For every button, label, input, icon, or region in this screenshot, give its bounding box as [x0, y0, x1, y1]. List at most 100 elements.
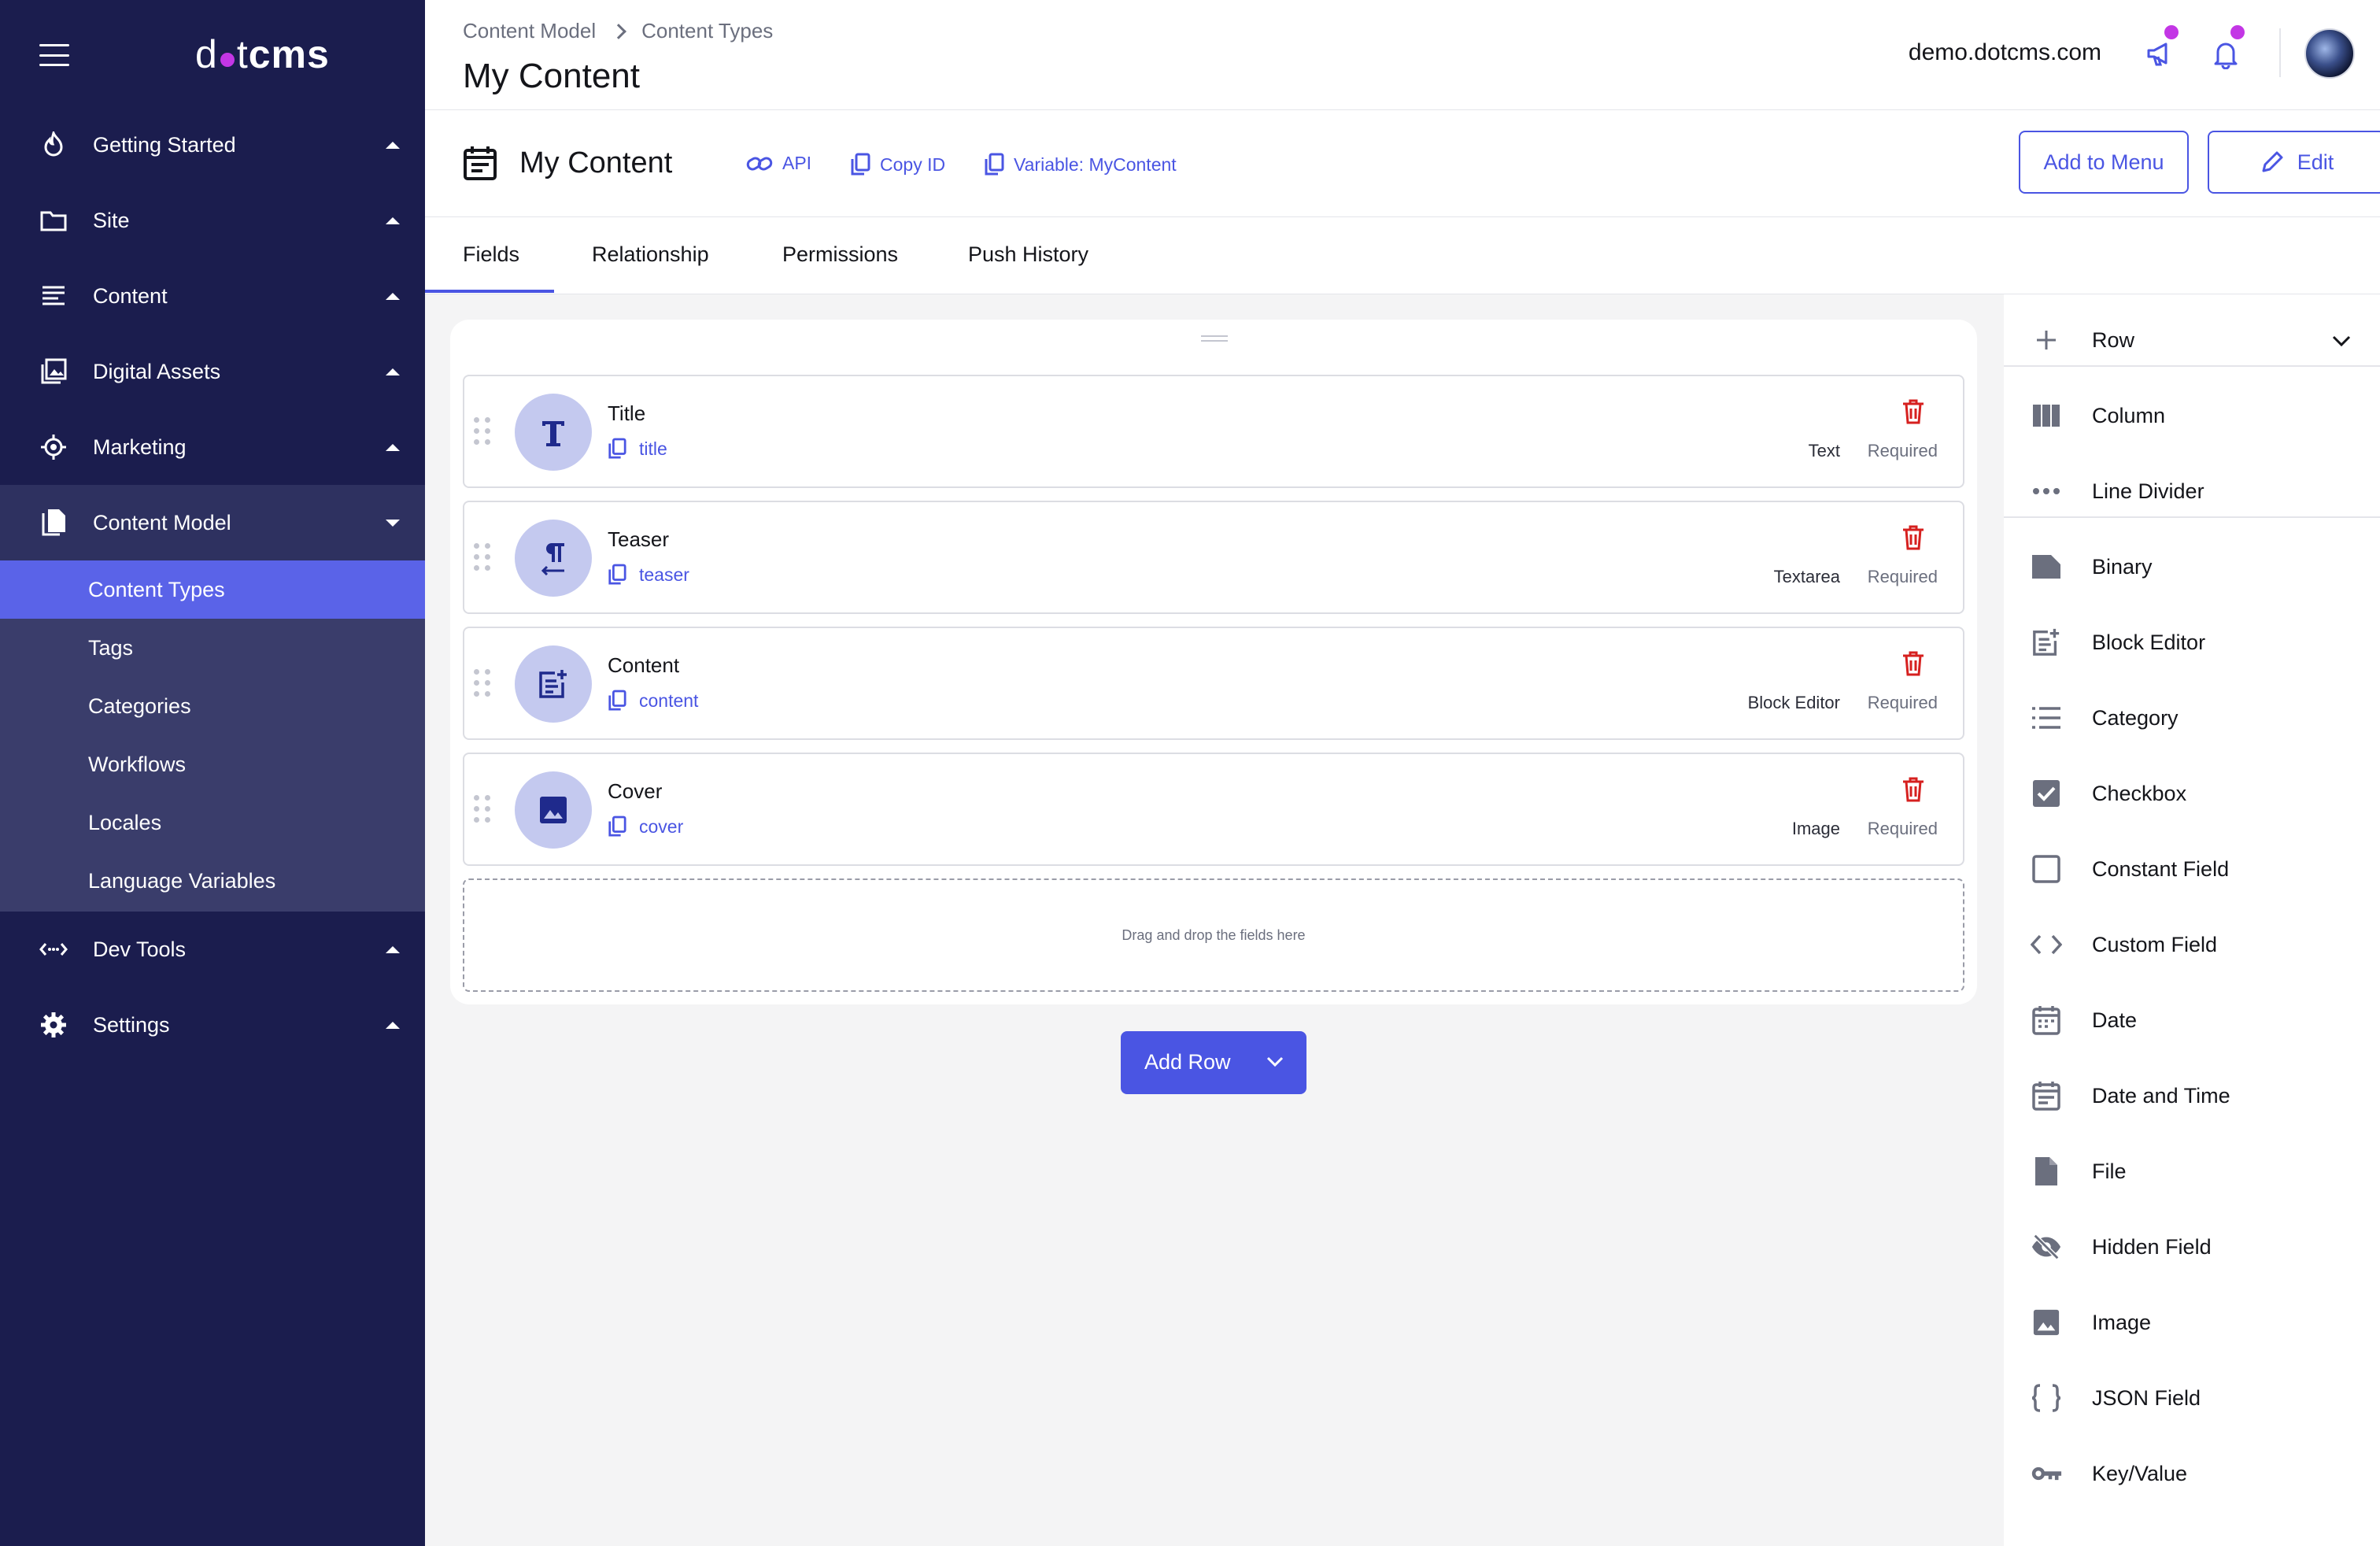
- palette-item-hidden-field[interactable]: Hidden Field: [2004, 1209, 2380, 1285]
- palette-item-binary[interactable]: Binary: [2004, 529, 2380, 605]
- sidebar-item-site[interactable]: Site: [0, 183, 425, 258]
- field-variable[interactable]: title: [608, 438, 667, 460]
- add-to-menu-button[interactable]: Add to Menu: [2019, 131, 2189, 194]
- sidebar-item-content[interactable]: Content: [0, 258, 425, 334]
- chevron-right-icon: [611, 23, 627, 39]
- logo-part: cms: [248, 32, 330, 76]
- content-type-header: My Content API Copy ID Variable: MyConte…: [425, 110, 2380, 217]
- palette-item-json-field[interactable]: JSON Field: [2004, 1360, 2380, 1436]
- trash-icon[interactable]: [1901, 776, 1925, 803]
- variable-link[interactable]: Variable: MyContent: [984, 153, 1177, 176]
- active-tab-indicator: [425, 290, 554, 293]
- site-selector[interactable]: demo.dotcms.com: [1909, 39, 2101, 66]
- sidebar-item-settings[interactable]: Settings: [0, 987, 425, 1063]
- palette-item-checkbox[interactable]: Checkbox: [2004, 756, 2380, 831]
- sidebar-item-getting-started[interactable]: Getting Started: [0, 107, 425, 183]
- columns-icon: [2031, 400, 2062, 431]
- drag-handle-icon[interactable]: [474, 543, 491, 575]
- sidebar-subitem-language-variables[interactable]: Language Variables: [0, 852, 425, 910]
- calendar-icon: [2031, 1004, 2062, 1036]
- palette-item-key-value[interactable]: Key/Value: [2004, 1436, 2380, 1511]
- field-card-teaser[interactable]: Teaser teaser Textarea Required: [463, 501, 1964, 614]
- field-variable[interactable]: cover: [608, 816, 683, 838]
- bell-icon[interactable]: [2210, 38, 2241, 69]
- copy-icon: [608, 438, 626, 460]
- more-dots-icon: [2031, 475, 2062, 507]
- palette-item-label: File: [2092, 1159, 2127, 1183]
- field-card-cover[interactable]: Cover cover Image Required: [463, 753, 1964, 866]
- chevron-down-icon[interactable]: [1264, 1050, 1286, 1072]
- sidebar-subitem-categories[interactable]: Categories: [0, 677, 425, 735]
- curly-braces-icon: [2031, 1382, 2062, 1414]
- code-brackets-icon: [2031, 929, 2062, 960]
- sidebar-subitem-locales[interactable]: Locales: [0, 793, 425, 852]
- megaphone-icon[interactable]: [2145, 38, 2177, 69]
- palette-item-column[interactable]: Column: [2004, 378, 2380, 453]
- sidebar-subitem-workflows[interactable]: Workflows: [0, 735, 425, 793]
- trash-icon[interactable]: [1901, 398, 1925, 425]
- row-drag-handle-icon[interactable]: [1201, 335, 1228, 342]
- trash-icon[interactable]: [1901, 524, 1925, 551]
- sidebar-subitem-tags[interactable]: Tags: [0, 619, 425, 677]
- sidebar-item-label: Dev Tools: [93, 937, 187, 961]
- field-dropzone[interactable]: Drag and drop the fields here: [463, 878, 1964, 992]
- field-required-badge: Required: [1867, 567, 1938, 586]
- folder-icon: [39, 206, 68, 235]
- palette-item-custom-field[interactable]: Custom Field: [2004, 907, 2380, 982]
- sidebar-item-label: Digital Assets: [93, 359, 221, 383]
- breadcrumb-item[interactable]: Content Types: [641, 19, 773, 43]
- notification-dot: [2230, 25, 2245, 39]
- palette-item-block-editor[interactable]: Block Editor: [2004, 605, 2380, 680]
- caret-up-icon: [386, 444, 400, 451]
- field-type: Text: [1808, 441, 1840, 460]
- palette-item-file[interactable]: File: [2004, 1134, 2380, 1209]
- user-avatar[interactable]: [2304, 28, 2355, 79]
- field-name: Content: [608, 653, 680, 677]
- page-title: My Content: [463, 57, 640, 95]
- palette-item-constant-field[interactable]: Constant Field: [2004, 831, 2380, 907]
- tab-push-history[interactable]: Push History: [968, 242, 1088, 267]
- sidebar-item-dev-tools[interactable]: Dev Tools: [0, 912, 425, 987]
- copy-icon: [850, 153, 870, 176]
- field-card-content[interactable]: Content content Block Editor Required: [463, 627, 1964, 740]
- field-required-badge: Required: [1867, 819, 1938, 838]
- drag-handle-icon[interactable]: [474, 669, 491, 701]
- field-type: Block Editor: [1747, 693, 1840, 712]
- edit-button[interactable]: Edit: [2208, 131, 2380, 194]
- sidebar-subitem-content-types[interactable]: Content Types: [0, 560, 425, 619]
- copy-icon: [984, 153, 1004, 176]
- palette-item-category[interactable]: Category: [2004, 680, 2380, 756]
- sidebar-item-label: Content Model: [93, 510, 231, 534]
- gear-icon: [39, 1011, 68, 1039]
- drag-handle-icon[interactable]: [474, 795, 491, 827]
- sidebar-item-marketing[interactable]: Marketing: [0, 409, 425, 485]
- palette-item-label: Constant Field: [2092, 856, 2230, 881]
- tab-fields[interactable]: Fields: [463, 242, 519, 267]
- sidebar-item-digital-assets[interactable]: Digital Assets: [0, 334, 425, 409]
- tab-permissions[interactable]: Permissions: [782, 242, 898, 267]
- palette-item-label: Row: [2092, 327, 2135, 352]
- copy-icon: [608, 690, 626, 712]
- drag-handle-icon[interactable]: [474, 417, 491, 449]
- field-card-title[interactable]: Title title Text Required: [463, 375, 1964, 488]
- api-link[interactable]: API: [746, 153, 811, 174]
- calendar-note-icon: [2031, 1080, 2062, 1111]
- plus-icon: [2031, 324, 2062, 356]
- tab-relationship[interactable]: Relationship: [592, 242, 709, 267]
- field-variable[interactable]: teaser: [608, 564, 689, 586]
- palette-item-date[interactable]: Date: [2004, 982, 2380, 1058]
- field-variable[interactable]: content: [608, 690, 698, 712]
- trash-icon[interactable]: [1901, 650, 1925, 677]
- hamburger-menu-icon[interactable]: [39, 44, 69, 66]
- palette-item-date-and-time[interactable]: Date and Time: [2004, 1058, 2380, 1134]
- palette-item-label: Key/Value: [2092, 1461, 2188, 1485]
- add-row-button[interactable]: Add Row: [1121, 1031, 1306, 1094]
- sidebar-item-content-model[interactable]: Content Model: [0, 485, 425, 560]
- dotcms-logo[interactable]: d t cms: [195, 31, 330, 77]
- breadcrumb-item[interactable]: Content Model: [463, 19, 596, 43]
- chevron-down-icon[interactable]: [2330, 329, 2353, 353]
- api-link-label: API: [782, 153, 812, 173]
- copy-icon: [608, 816, 626, 838]
- palette-item-image[interactable]: Image: [2004, 1285, 2380, 1360]
- copy-id-link[interactable]: Copy ID: [850, 153, 945, 176]
